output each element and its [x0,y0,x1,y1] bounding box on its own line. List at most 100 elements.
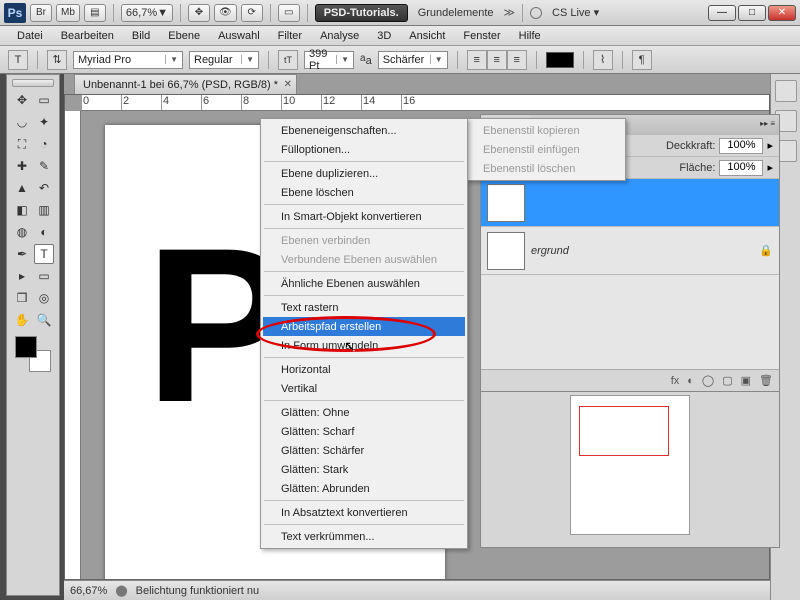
dodge-tool[interactable]: ◐ [34,222,54,242]
folder-icon[interactable]: ▢ [722,374,732,387]
menu-auswahl[interactable]: Auswahl [209,30,269,42]
menu-hilfe[interactable]: Hilfe [510,30,550,42]
menu-bild[interactable]: Bild [123,30,159,42]
close-button[interactable]: ✕ [768,5,796,21]
fill-value[interactable]: 100% [719,160,763,176]
mi-vertikal[interactable]: Vertikal [263,379,465,398]
history-brush-tool[interactable]: ↶ [34,178,54,198]
minibridge-button[interactable]: Mb [56,4,80,22]
fill-slider-icon[interactable]: ▸ [767,161,773,174]
menu-ansicht[interactable]: Ansicht [400,30,454,42]
panel-menu-icon[interactable]: ▸▸ ≡ [760,119,775,128]
move-tool[interactable]: ✥ [12,90,32,110]
wand-tool[interactable]: ✦ [34,112,54,132]
menu-fenster[interactable]: Fenster [454,30,509,42]
mi-ebene-duplizieren[interactable]: Ebene duplizieren... [263,164,465,183]
font-family-field[interactable]: Myriad Pro▼ [73,51,183,69]
navigator-panel [480,388,780,548]
mi-text-verkruemmen[interactable]: Text verkrümmen... [263,527,465,546]
3d-camera-tool[interactable]: ◎ [34,288,54,308]
navigator-preview[interactable] [570,395,690,535]
new-layer-icon[interactable]: ▣ [741,374,751,387]
menu-ebene[interactable]: Ebene [159,30,209,42]
filmstrip-icon[interactable]: ▤ [84,4,106,22]
mi-smart-objekt[interactable]: In Smart-Objekt konvertieren [263,207,465,226]
fg-bg-swatch[interactable] [15,336,51,372]
screen-mode-icon[interactable]: ▭ [278,4,300,22]
workspace-label[interactable]: Grundelemente [412,7,500,19]
cslive-button[interactable]: CS Live ▾ [546,6,605,19]
menu-datei[interactable]: Datei [8,30,52,42]
mi-fuelloptionen[interactable]: Fülloptionen... [263,140,465,159]
foreground-color[interactable] [15,336,37,358]
gradient-tool[interactable]: ▥ [34,200,54,220]
mi-glaetten-scharf[interactable]: Glätten: Scharf [263,422,465,441]
tutorials-button[interactable]: PSD-Tutorials. [315,4,408,22]
opacity-slider-icon[interactable]: ▸ [767,139,773,152]
pen-tool[interactable]: ✒ [12,244,32,264]
mi-absatztext[interactable]: In Absatztext konvertieren [263,503,465,522]
3d-tool[interactable]: ❒ [12,288,32,308]
mi-text-rastern[interactable]: Text rastern [263,298,465,317]
mi-glaetten-abrunden[interactable]: Glätten: Abrunden [263,479,465,498]
trash-icon[interactable]: 🗑 [759,374,773,387]
eraser-tool[interactable]: ◧ [12,200,32,220]
lasso-tool[interactable]: ◡ [12,112,32,132]
mi-horizontal[interactable]: Horizontal [263,360,465,379]
antialias-field[interactable]: Schärfer▼ [378,51,448,69]
mi-glaetten-schaerfer[interactable]: Glätten: Schärfer [263,441,465,460]
font-style-field[interactable]: Regular▼ [189,51,259,69]
status-zoom[interactable]: 66,67% [70,585,107,597]
align-left-icon[interactable]: ≡ [467,50,487,70]
warp-text-icon[interactable]: ⌇ [593,50,613,70]
marquee-tool[interactable]: ▭ [34,90,54,110]
path-select-tool[interactable]: ▸ [12,266,32,286]
zoom-tool-box[interactable]: 🔍 [34,310,54,330]
orientation-icon[interactable]: ⇅ [47,50,67,70]
toolbox-grip[interactable] [12,79,54,87]
align-right-icon[interactable]: ≡ [507,50,527,70]
mi-arbeitspfad-erstellen[interactable]: Arbeitspfad erstellen [263,317,465,336]
mask-icon[interactable]: ◐ [687,375,694,387]
fx-icon[interactable]: fx [671,375,680,387]
text-color-swatch[interactable] [546,52,574,68]
navigator-viewport[interactable] [579,406,669,456]
zoom-field[interactable]: 66,7%▼ [121,4,173,22]
menu-bearbeiten[interactable]: Bearbeiten [52,30,123,42]
paragraph-panel-icon[interactable]: ¶ [632,50,652,70]
rotate-icon[interactable]: ⟳ [241,4,263,22]
menu-analyse[interactable]: Analyse [311,30,368,42]
heal-tool[interactable]: ✚ [12,156,32,176]
layer-item-selected[interactable] [481,179,779,227]
blur-tool[interactable]: ◍ [12,222,32,242]
mi-ebene-loeschen[interactable]: Ebene löschen [263,183,465,202]
dock-icon-1[interactable] [775,80,797,102]
maximize-button[interactable]: □ [738,5,766,21]
document-tab[interactable]: Unbenannt-1 bei 66,7% (PSD, RGB/8) * ✕ [74,74,297,94]
bridge-button[interactable]: Br [30,4,52,22]
minimize-button[interactable]: — [708,5,736,21]
layer-item-background[interactable]: ergrund 🔒 [481,227,779,275]
shape-tool[interactable]: ▭ [34,266,54,286]
align-center-icon[interactable]: ≡ [487,50,507,70]
mi-aehnliche-ebenen[interactable]: Ähnliche Ebenen auswählen [263,274,465,293]
font-size-icon: tT [278,50,298,70]
mi-glaetten-stark[interactable]: Glätten: Stark [263,460,465,479]
mi-ebeneneigenschaften[interactable]: Ebeneneigenschaften... [263,121,465,140]
brush-tool[interactable]: ✎ [34,156,54,176]
crop-tool[interactable]: ⛶ [12,134,32,154]
adjust-icon[interactable]: ◯ [702,374,714,387]
font-size-field[interactable]: 399 Pt▼ [304,51,354,69]
mi-glaetten-ohne[interactable]: Glätten: Ohne [263,403,465,422]
eyedropper-tool[interactable]: ◔ [34,134,54,154]
hand-tool[interactable]: ✋ [12,310,32,330]
menu-3d[interactable]: 3D [368,30,400,42]
stamp-tool[interactable]: ▲ [12,178,32,198]
opacity-value[interactable]: 100% [719,138,763,154]
menu-filter[interactable]: Filter [269,30,311,42]
eye-icon[interactable]: 👁 [214,4,237,22]
hand-icon[interactable]: ✥ [188,4,210,22]
type-tool[interactable]: T [34,244,54,264]
mi-in-form-umwandeln[interactable]: In Form umwandeln [263,336,465,355]
tab-close-icon[interactable]: ✕ [284,79,292,90]
